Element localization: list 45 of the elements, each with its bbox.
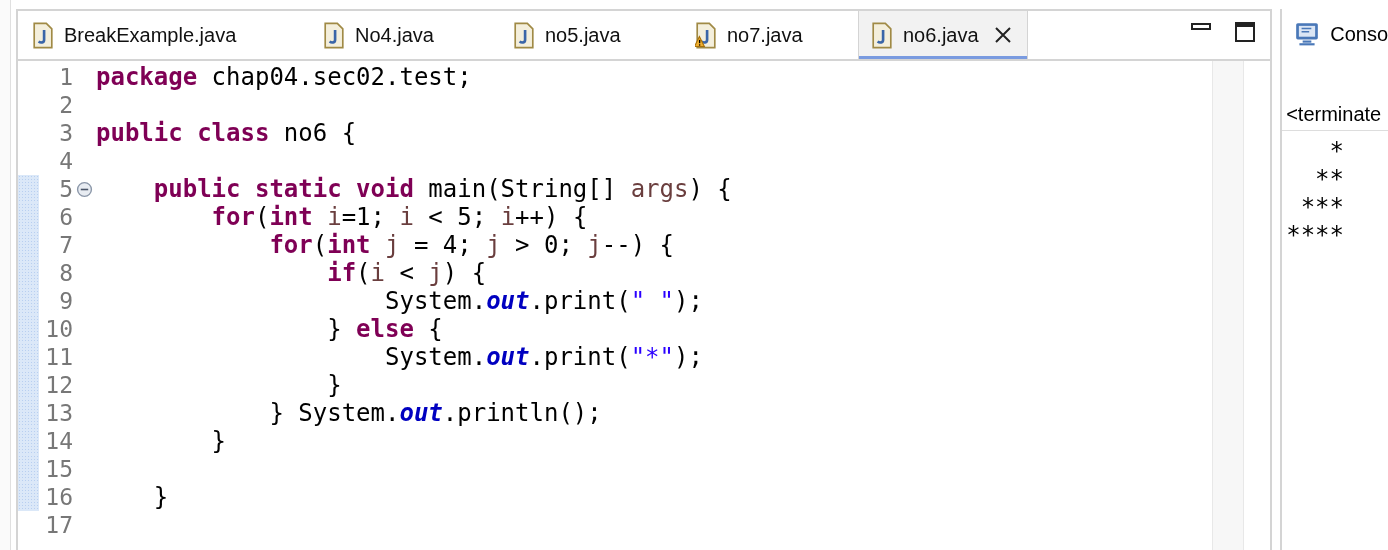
line-number: 10 xyxy=(44,316,73,342)
code-line: public class no6 { xyxy=(96,119,357,147)
code-line: System.out.print(" "); xyxy=(384,287,703,315)
collapse-icon[interactable] xyxy=(76,180,93,198)
console-output-line: *** xyxy=(1299,193,1345,221)
close-icon[interactable] xyxy=(992,25,1013,45)
line-number: 14 xyxy=(44,428,73,454)
line-number: 2 xyxy=(58,92,73,118)
line-number: 6 xyxy=(58,204,73,230)
code-line: public static void main(String[] args) { xyxy=(152,175,732,203)
editor-tab[interactable]: no7.java xyxy=(683,11,858,59)
code-line: System.out.print("*"); xyxy=(384,343,703,371)
line-number: 3 xyxy=(58,120,73,146)
code-line: for(int j = 4; j > 0; j--) { xyxy=(268,231,675,259)
code-line: package chap04.sec02.test; xyxy=(96,63,472,91)
code-line: if(i < j) { xyxy=(326,259,487,287)
line-number: 15 xyxy=(44,456,73,482)
maximize-icon[interactable] xyxy=(1234,21,1257,43)
console-output-line: **** xyxy=(1286,221,1345,249)
code-line: } System.out.println(); xyxy=(268,399,602,427)
code-line: for(int i=1; i < 5; i++) { xyxy=(210,203,588,231)
editor-tab[interactable]: no5.java xyxy=(501,11,683,59)
line-number: 7 xyxy=(58,232,73,258)
console-output-line: * xyxy=(1328,137,1345,165)
line-number: 11 xyxy=(44,344,73,370)
line-number: 17 xyxy=(44,512,73,538)
line-number: 16 xyxy=(44,484,73,510)
console-tab[interactable]: Conso xyxy=(1330,22,1388,46)
line-number: 1 xyxy=(58,64,73,90)
line-number: 13 xyxy=(44,400,73,426)
monitor-icon xyxy=(1294,21,1321,47)
line-number: 4 xyxy=(58,148,73,174)
code-line: } else { xyxy=(326,315,443,343)
editor-tab[interactable]: No4.java xyxy=(311,11,501,59)
code-line: } xyxy=(152,483,169,511)
editor-tab[interactable]: no6.java xyxy=(858,11,1028,59)
line-number: 12 xyxy=(44,372,73,398)
line-number: 9 xyxy=(58,288,73,314)
line-number: 5 xyxy=(58,176,73,202)
console-output-line: ** xyxy=(1314,165,1345,193)
line-number: 8 xyxy=(58,260,73,286)
code-line: } xyxy=(210,427,227,455)
console-status: <terminate xyxy=(1282,103,1388,131)
code-line: } xyxy=(326,371,342,399)
editor-tab[interactable]: BreakExample.java xyxy=(18,11,311,59)
